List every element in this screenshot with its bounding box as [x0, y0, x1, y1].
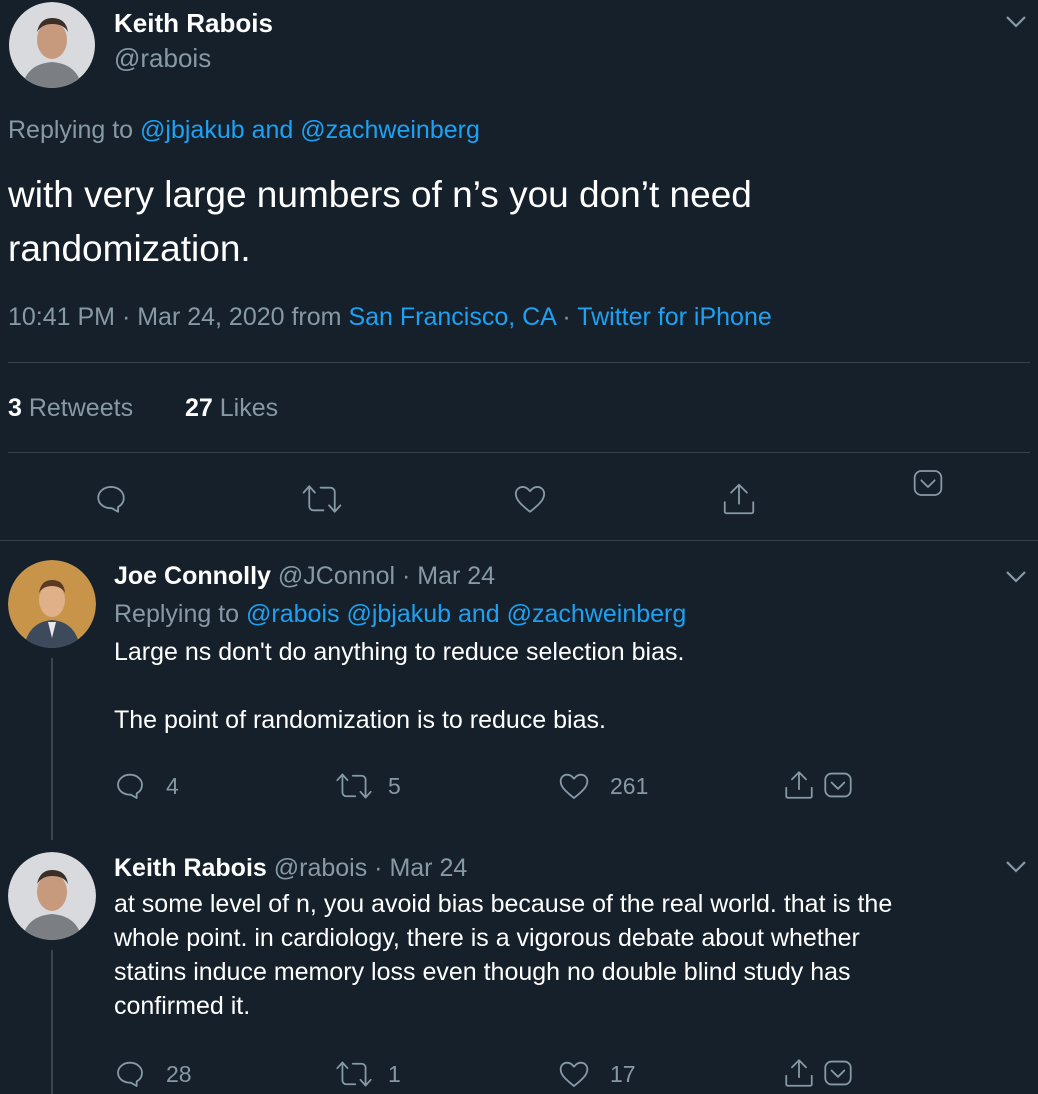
avatar-keith-rabois[interactable]	[8, 852, 96, 940]
avatar-joe-connolly[interactable]	[8, 560, 96, 648]
reply-action[interactable]: 28	[114, 1058, 192, 1090]
share-icon[interactable]	[782, 1056, 816, 1090]
reply-count: 28	[166, 1060, 192, 1087]
source-link[interactable]: Twitter for iPhone	[577, 303, 772, 331]
bookmark-icon[interactable]	[912, 468, 944, 498]
reply-header: Joe Connolly @JConnol · Mar 24	[114, 562, 495, 591]
like-icon	[558, 770, 590, 802]
reply-date[interactable]: · Mar 24	[367, 854, 467, 882]
like-count: 261	[610, 772, 649, 799]
bookmark-icon[interactable]	[822, 771, 854, 799]
divider	[8, 362, 1030, 363]
retweets-stat[interactable]: 3 Retweets	[8, 394, 133, 423]
reply-date[interactable]: · Mar 24	[395, 562, 495, 590]
thread-line	[51, 658, 53, 840]
retweet-icon	[336, 770, 372, 802]
replying-to: Replying to @jbjakub and @zachweinberg	[8, 116, 480, 145]
share-icon[interactable]	[720, 480, 758, 518]
timestamp[interactable]: 10:41 PM · Mar 24, 2020 from	[8, 303, 348, 331]
bookmark-icon[interactable]	[822, 1059, 854, 1087]
tweet-text-line-1: with very large numbers of n’s you don’t…	[8, 174, 752, 215]
thread-line	[51, 950, 53, 1094]
reply-icon	[114, 1058, 146, 1090]
retweets-label: Retweets	[21, 394, 134, 422]
reply-text-line-4: confirmed it.	[114, 992, 251, 1020]
chevron-down-icon[interactable]	[1004, 855, 1028, 879]
replying-to-links[interactable]: @rabois @jbjakub and @zachweinberg	[246, 600, 686, 628]
tweet-text-line-2: randomization.	[8, 228, 251, 269]
reply-text-line-2: whole point. in cardiology, there is a v…	[114, 924, 860, 952]
reply-text-line-2: The point of randomization is to reduce …	[114, 706, 606, 734]
like-action[interactable]: 261	[558, 770, 648, 802]
retweet-count: 5	[388, 772, 401, 799]
reply-text-line-3: statins induce memory loss even though n…	[114, 958, 851, 986]
likes-label: Likes	[212, 394, 279, 422]
share-icon[interactable]	[782, 768, 816, 802]
author-name[interactable]: Joe Connolly	[114, 562, 271, 590]
retweets-count: 3	[8, 394, 22, 422]
chevron-down-icon[interactable]	[1004, 565, 1028, 589]
tweet-meta: 10:41 PM · Mar 24, 2020 from San Francis…	[8, 303, 772, 332]
location-link[interactable]: San Francisco, CA	[348, 303, 555, 331]
retweet-action[interactable]: 1	[336, 1058, 401, 1090]
like-icon[interactable]	[512, 482, 548, 516]
divider	[8, 452, 1030, 453]
divider	[0, 540, 1038, 541]
like-icon	[558, 1058, 590, 1090]
reply-text-line-1: at some level of n, you avoid bias becau…	[114, 890, 893, 918]
like-action[interactable]: 17	[558, 1058, 636, 1090]
likes-stat[interactable]: 27 Likes	[185, 394, 278, 423]
avatar-keith-rabois[interactable]	[8, 2, 96, 88]
author-handle[interactable]: @rabois	[274, 854, 367, 882]
author-handle[interactable]: @JConnol	[278, 562, 395, 590]
reply-icon	[114, 770, 146, 802]
reply-icon[interactable]	[94, 482, 128, 516]
chevron-down-icon[interactable]	[1004, 10, 1028, 34]
reply-text-line-1: Large ns don't do anything to reduce sel…	[114, 638, 685, 666]
retweet-count: 1	[388, 1060, 401, 1087]
reply-header: Keith Rabois @rabois · Mar 24	[114, 854, 467, 883]
like-count: 17	[610, 1060, 636, 1087]
author-name[interactable]: Keith Rabois	[114, 854, 267, 882]
retweet-icon	[336, 1058, 372, 1090]
replying-prefix: Replying to	[114, 600, 247, 628]
reply-count: 4	[166, 772, 179, 799]
likes-count: 27	[185, 394, 213, 422]
replying-to-links[interactable]: @jbjakub and @zachweinberg	[140, 116, 480, 144]
replying-prefix: Replying to	[8, 116, 141, 144]
author-name[interactable]: Keith Rabois	[114, 8, 273, 39]
replying-to: Replying to @rabois @jbjakub and @zachwe…	[114, 600, 686, 629]
author-handle[interactable]: @rabois	[114, 43, 211, 74]
meta-separator: ·	[555, 303, 578, 331]
retweet-action[interactable]: 5	[336, 770, 401, 802]
retweet-icon[interactable]	[302, 482, 342, 516]
reply-action[interactable]: 4	[114, 770, 179, 802]
